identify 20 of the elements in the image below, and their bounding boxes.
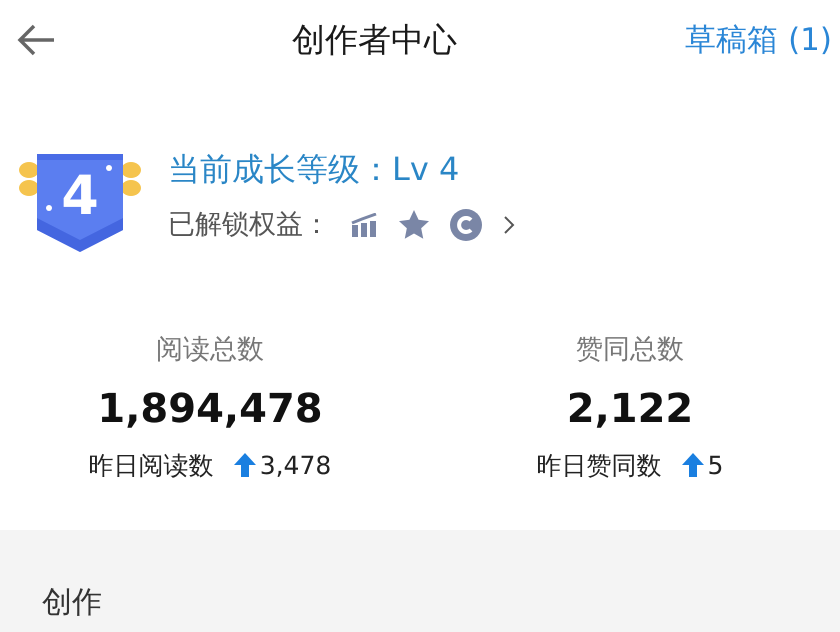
stat-value: 2,122	[566, 384, 694, 434]
up-arrow-icon	[682, 453, 704, 478]
chevron-right-icon[interactable]	[502, 214, 516, 236]
section-title: 创作	[42, 585, 102, 620]
bar-chart-icon	[350, 213, 378, 237]
copyright-icon	[450, 209, 482, 241]
stat-value: 1,894,478	[97, 384, 323, 434]
level-title: 当前成长等级：Lv 4	[168, 148, 460, 190]
yesterday-value: 5	[708, 450, 724, 482]
yesterday-value: 3,478	[260, 450, 332, 482]
yesterday-label: 昨日赞同数	[536, 450, 662, 482]
star-icon	[398, 210, 430, 240]
stat-label: 阅读总数	[156, 333, 264, 367]
up-arrow-icon	[234, 453, 256, 478]
stat-label: 赞同总数	[576, 333, 684, 367]
page-title: 创作者中心	[292, 19, 458, 62]
perks-label: 已解锁权益：	[168, 208, 330, 242]
drafts-link[interactable]: 草稿箱 (1)	[685, 16, 832, 64]
back-arrow-icon	[16, 23, 56, 57]
yesterday-label: 昨日阅读数	[88, 450, 214, 482]
